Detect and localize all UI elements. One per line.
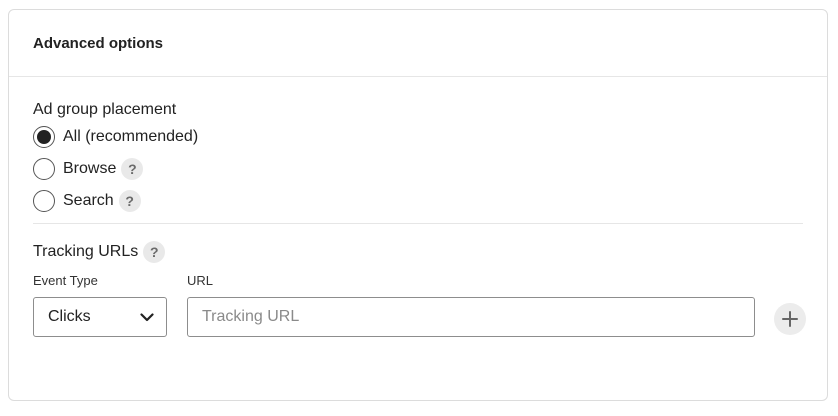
placement-label: Ad group placement [33, 101, 177, 118]
card-title: Advanced options [33, 35, 164, 52]
event-type-select[interactable]: Clicks [33, 297, 167, 337]
placement-section: Ad group placement All (recommended) Bro… [33, 101, 803, 217]
radio-search-label: Search [63, 192, 114, 209]
radio-option-search[interactable]: Search ? [33, 185, 803, 217]
radio-all-label: All (recommended) [63, 128, 199, 145]
plus-icon [782, 311, 798, 327]
tracking-title-row: Tracking URLs ? [33, 240, 803, 264]
radio-all[interactable] [33, 126, 55, 148]
advanced-options-card: Advanced options Ad group placement All … [8, 9, 828, 401]
radio-browse[interactable] [33, 158, 55, 180]
card-header: Advanced options [9, 10, 827, 77]
section-divider [33, 223, 803, 224]
event-type-label: Event Type [33, 273, 98, 288]
tracking-url-input[interactable] [187, 297, 755, 337]
add-tracking-url-button[interactable] [774, 303, 806, 335]
radio-browse-label: Browse [63, 160, 117, 177]
radio-option-browse[interactable]: Browse ? [33, 153, 803, 185]
question-icon[interactable]: ? [143, 241, 166, 263]
tracking-title: Tracking URLs [33, 243, 139, 260]
radio-search[interactable] [33, 190, 55, 212]
radio-option-all[interactable]: All (recommended) [33, 121, 803, 153]
question-icon[interactable]: ? [121, 158, 144, 180]
chevron-down-icon [140, 312, 154, 321]
radio-selected-dot [37, 130, 51, 144]
question-icon[interactable]: ? [118, 190, 141, 212]
tracking-section: Tracking URLs ? [33, 240, 803, 264]
event-type-value: Clicks [48, 308, 91, 325]
url-label: URL [187, 273, 214, 288]
